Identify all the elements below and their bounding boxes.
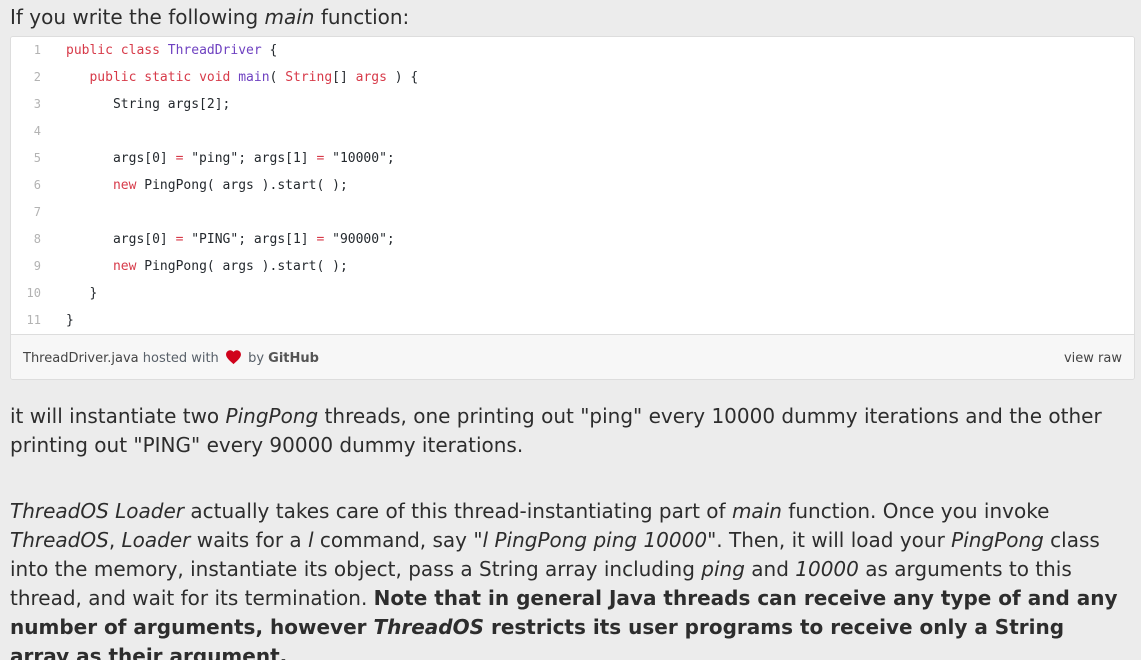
code-token: String args[2]; <box>66 97 231 112</box>
code-token: args <box>355 70 387 85</box>
code-line: 5 args[0] = "ping"; args[1] = "10000"; <box>11 145 1134 172</box>
code-line: 8 args[0] = "PING"; args[1] = "90000"; <box>11 226 1134 253</box>
code-line: 2 public static void main( String[] args… <box>11 64 1134 91</box>
code-line: 6 new PingPong( args ).start( ); <box>11 172 1134 199</box>
view-raw-link[interactable]: view raw <box>1064 335 1122 379</box>
code-text: public static void main( String[] args )… <box>66 64 418 91</box>
p2-text-6: , <box>108 528 122 552</box>
p2-em-11: "l PingPong ping 10000" <box>473 528 717 552</box>
p2-em-3: main <box>731 499 782 523</box>
line-number: 4 <box>33 124 41 138</box>
code-text: args[0] = "ping"; args[1] = "10000"; <box>66 145 395 172</box>
code-text: } <box>66 280 97 307</box>
intro-prefix: If you write the following <box>10 5 265 29</box>
intro-text: If you write the following main function… <box>10 4 409 30</box>
code-token: } <box>66 313 74 328</box>
p2-em-1: ThreadOS Loader <box>10 499 185 523</box>
p2-em-5: ThreadOS <box>10 528 109 552</box>
gist-meta-bar: ThreadDriver.java hosted with by GitHub … <box>11 334 1134 379</box>
code-line: 1 public class ThreadDriver { <box>11 37 1134 64</box>
p2-text-12: . Then, it will load your <box>716 528 952 552</box>
github-link[interactable]: GitHub <box>268 351 319 366</box>
code-token: "10000"; <box>324 151 395 166</box>
p2-bold-em-20: ThreadOS <box>373 615 484 639</box>
code-token: void <box>199 70 239 85</box>
line-number: 11 <box>26 313 41 327</box>
by-text: by <box>243 351 269 366</box>
code-token: args[0] <box>66 232 176 247</box>
code-text: new PingPong( args ).start( ); <box>66 172 348 199</box>
code-token: "90000"; <box>324 232 395 247</box>
code-line: 3 String args[2]; <box>11 91 1134 118</box>
hosted-with-text: hosted with <box>138 351 223 366</box>
code-token: { <box>261 43 278 58</box>
p2-text-2: actually takes care of this thread-insta… <box>184 499 732 523</box>
line-number: 2 <box>33 70 41 84</box>
line-number: 8 <box>33 232 41 246</box>
code-token: args[0] <box>66 151 176 166</box>
p2-em-15: ping <box>701 557 745 581</box>
paragraph-1: it will instantiate two PingPong threads… <box>10 402 1130 460</box>
code-text: String args[2]; <box>66 91 230 118</box>
intro-em: main <box>264 5 315 29</box>
p1-em-pingpong: PingPong <box>225 404 319 428</box>
line-number: 5 <box>33 151 41 165</box>
p2-text-4: function. Once you invoke <box>781 499 1050 523</box>
p2-text-10: command, say <box>313 528 474 552</box>
line-number: 9 <box>33 259 41 273</box>
code-token: } <box>66 286 98 301</box>
code-token: class <box>120 43 168 58</box>
gist-file-link[interactable]: ThreadDriver.java <box>23 351 139 366</box>
code-token: static <box>144 70 200 85</box>
line-number: 6 <box>33 178 41 192</box>
code-line: 9 new PingPong( args ).start( ); <box>11 253 1134 280</box>
code-line: 10 } <box>11 280 1134 307</box>
code-token: "PING"; args[1] <box>183 232 317 247</box>
p2-em-13: PingPong <box>951 528 1044 552</box>
line-number: 7 <box>33 205 41 219</box>
gist-meta-left: ThreadDriver.java hosted with by GitHub <box>23 335 319 379</box>
line-number: 10 <box>26 286 41 300</box>
code-text: } <box>66 307 74 334</box>
code-token: PingPong( args ).start( ); <box>144 178 348 193</box>
line-number: 3 <box>33 97 41 111</box>
code-text: args[0] = "PING"; args[1] = "90000"; <box>66 226 395 253</box>
code-token: PingPong( args ).start( ); <box>144 259 348 274</box>
code-token: ) { <box>386 70 419 85</box>
code-text: public class ThreadDriver { <box>66 37 277 64</box>
paragraph-2: ThreadOS Loader actually takes care of t… <box>10 497 1130 660</box>
code-token: ThreadDriver <box>167 43 262 58</box>
code-token: "ping"; args[1] <box>183 151 317 166</box>
p1-text-a: it will instantiate two <box>10 404 226 428</box>
code-line: 7 <box>11 199 1134 226</box>
code-token: main <box>238 70 270 85</box>
code-text: new PingPong( args ).start( ); <box>66 253 348 280</box>
p2-text-16: and <box>744 557 796 581</box>
code-token: new <box>112 259 145 274</box>
code-block: 1 public class ThreadDriver {2 public sta… <box>11 37 1134 334</box>
code-token: String <box>285 70 333 85</box>
code-token: new <box>112 178 145 193</box>
code-line: 11} <box>11 307 1134 334</box>
intro-suffix: function: <box>314 5 410 29</box>
line-number: 1 <box>33 43 41 57</box>
p2-em-17: 10000 <box>795 557 859 581</box>
code-token: [] <box>332 70 356 85</box>
code-token: public <box>66 43 121 58</box>
code-line: 4 <box>11 118 1134 145</box>
p2-em-7: Loader <box>121 528 191 552</box>
code-token: public <box>89 70 145 85</box>
p2-text-8: waits for a <box>190 528 309 552</box>
gist-embed: 1 public class ThreadDriver {2 public sta… <box>10 36 1135 380</box>
heart-icon <box>226 350 241 365</box>
code-token: ( <box>269 70 286 85</box>
